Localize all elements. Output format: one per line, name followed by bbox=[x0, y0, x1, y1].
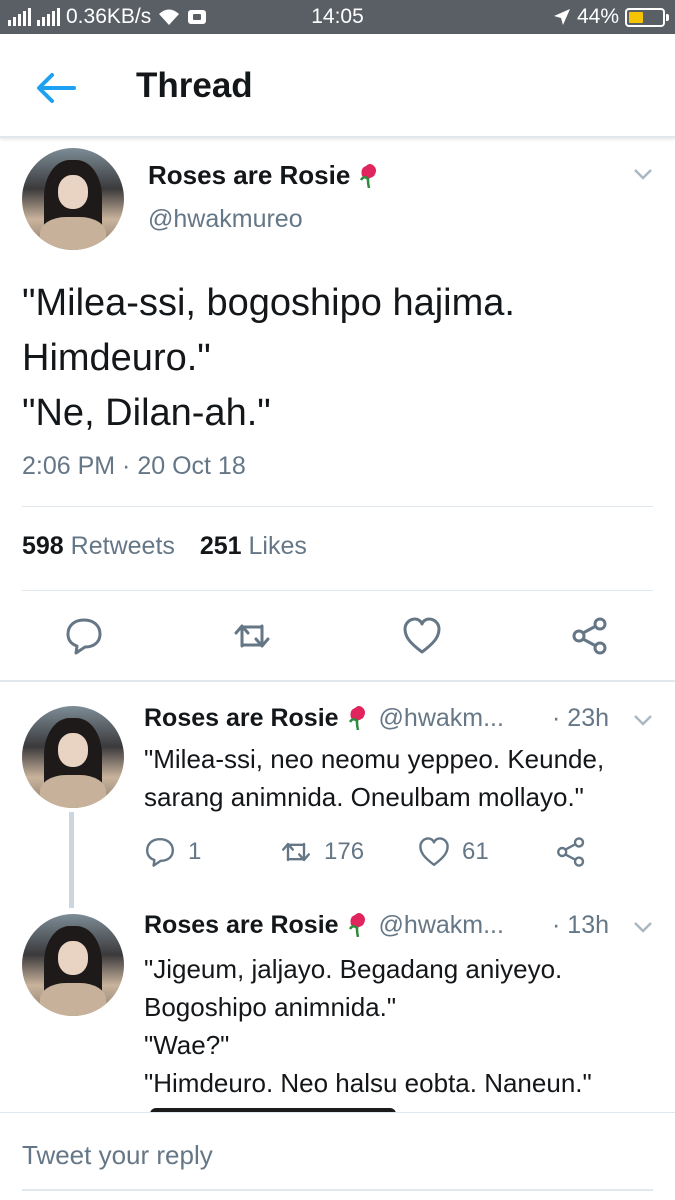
chevron-down-icon[interactable] bbox=[633, 714, 653, 726]
avatar[interactable] bbox=[22, 148, 124, 250]
reply-time[interactable]: · 13h bbox=[552, 911, 609, 940]
tweet-timestamp[interactable]: 2:06 PM · 20 Oct 18 bbox=[22, 452, 246, 481]
reply-author-name[interactable]: Roses are Rosie bbox=[144, 911, 339, 939]
likes-count: 251 bbox=[199, 532, 242, 560]
reply-composer bbox=[0, 1112, 675, 1200]
avatar[interactable] bbox=[22, 706, 124, 808]
tweet-stats: 598 Retweets 251 Likes bbox=[22, 532, 307, 561]
reply-text: "Jigeum, jaljayo. Begadang aniyeyo. Bogo… bbox=[144, 954, 592, 1098]
back-arrow-icon[interactable] bbox=[34, 70, 78, 106]
like-count: 61 bbox=[462, 838, 489, 865]
share-icon[interactable] bbox=[570, 616, 610, 656]
retweet-icon[interactable] bbox=[232, 616, 272, 656]
share-action[interactable] bbox=[555, 836, 587, 868]
tweet-author-name[interactable]: Roses are Rosie bbox=[148, 160, 380, 191]
status-right: 44% bbox=[553, 5, 669, 29]
like-icon[interactable] bbox=[402, 616, 442, 656]
app-header: Thread bbox=[0, 34, 675, 138]
location-icon bbox=[553, 9, 570, 25]
chevron-down-icon[interactable] bbox=[633, 168, 653, 180]
retweet-action[interactable]: 176 bbox=[280, 836, 364, 868]
reply-time[interactable]: · 23h bbox=[552, 704, 609, 733]
rose-icon bbox=[348, 706, 365, 730]
battery-fill bbox=[629, 11, 644, 23]
reply-text: "Milea-ssi, neo neomu yeppeo. Keunde, sa… bbox=[144, 744, 605, 812]
status-bar: 0.36KB/s 14:05 44% bbox=[0, 0, 675, 34]
composer-underline bbox=[22, 1189, 653, 1191]
retweets-label: Retweets bbox=[70, 532, 175, 560]
author-name: Roses are Rosie bbox=[148, 160, 351, 190]
tweet-author-handle[interactable]: @hwakmureo bbox=[148, 205, 303, 234]
page-title: Thread bbox=[136, 66, 253, 105]
reply-author-handle[interactable]: @hwakm... bbox=[379, 911, 504, 939]
rose-icon bbox=[360, 164, 377, 188]
share-icon bbox=[557, 837, 585, 867]
avatar[interactable] bbox=[22, 914, 124, 1016]
tweet-text: "Milea-ssi, bogoshipo hajima. Himdeuro."… bbox=[22, 282, 515, 434]
section-divider bbox=[0, 680, 675, 682]
reply-author-name[interactable]: Roses are Rosie bbox=[144, 704, 339, 732]
like-action[interactable]: 61 bbox=[418, 836, 489, 868]
chevron-down-icon[interactable] bbox=[633, 921, 653, 933]
likes-label: Likes bbox=[248, 532, 307, 560]
battery-percent: 44% bbox=[576, 5, 619, 28]
reply-icon bbox=[146, 838, 174, 867]
reply-icon[interactable] bbox=[64, 616, 104, 656]
reply-author-handle[interactable]: @hwakm... bbox=[379, 704, 504, 732]
rose-icon bbox=[348, 913, 365, 937]
likes-stat[interactable]: 251 Likes bbox=[200, 532, 307, 560]
retweet-icon bbox=[282, 842, 310, 862]
retweets-count: 598 bbox=[22, 532, 64, 560]
reply-input[interactable] bbox=[22, 1135, 642, 1175]
battery-icon bbox=[625, 7, 669, 27]
divider bbox=[22, 590, 653, 591]
reply-action[interactable]: 1 bbox=[144, 836, 201, 868]
thread-connector bbox=[69, 812, 74, 908]
reply-count: 1 bbox=[188, 838, 202, 865]
retweet-count: 176 bbox=[324, 838, 365, 865]
like-icon bbox=[419, 837, 449, 866]
divider bbox=[22, 506, 653, 507]
retweets-stat[interactable]: 598 Retweets bbox=[22, 532, 175, 560]
